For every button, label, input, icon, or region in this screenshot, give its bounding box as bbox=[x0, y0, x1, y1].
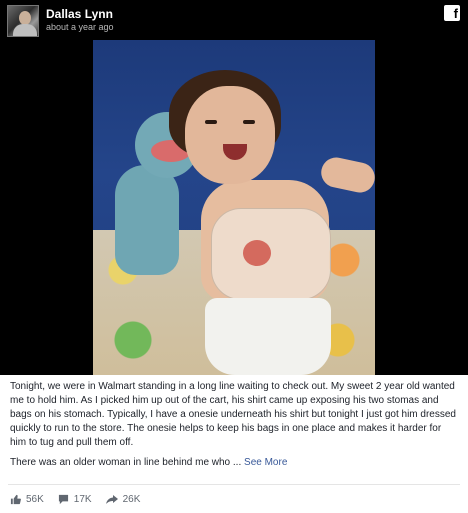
stuffed-monkey-body bbox=[115, 165, 179, 275]
caption-paragraph-1: Tonight, we were in Walmart standing in … bbox=[10, 381, 456, 448]
stoma bbox=[243, 240, 271, 266]
author-name[interactable]: Dallas Lynn bbox=[46, 7, 113, 21]
see-more-link[interactable]: See More bbox=[244, 457, 287, 468]
share-stat[interactable]: 26K bbox=[105, 493, 141, 505]
ostomy-bag bbox=[211, 208, 331, 300]
post-photo[interactable] bbox=[0, 40, 468, 375]
divider bbox=[8, 484, 460, 485]
comment-stat[interactable]: 17K bbox=[58, 494, 92, 505]
post-caption: Tonight, we were in Walmart standing in … bbox=[10, 380, 460, 476]
like-icon bbox=[10, 494, 21, 505]
comment-icon bbox=[58, 494, 69, 505]
author-avatar[interactable] bbox=[7, 5, 39, 37]
like-count: 56K bbox=[26, 493, 44, 505]
post-header: Dallas Lynn about a year ago f bbox=[0, 0, 468, 40]
child-face bbox=[185, 86, 275, 184]
caption-paragraph-2: There was an older woman in line behind … bbox=[10, 456, 460, 470]
avatar-face bbox=[19, 11, 31, 25]
comment-count: 17K bbox=[73, 493, 92, 505]
facebook-post-card: Dallas Lynn about a year ago f Tonight, … bbox=[0, 0, 468, 513]
avatar-body bbox=[13, 24, 37, 36]
facebook-icon: f bbox=[444, 5, 460, 21]
share-icon bbox=[105, 494, 118, 505]
child-eye-left bbox=[205, 120, 217, 124]
like-stat[interactable]: 56K bbox=[10, 494, 44, 505]
diaper bbox=[205, 298, 331, 375]
engagement-stats: 56K 17K 26K bbox=[10, 492, 140, 506]
child-arm bbox=[318, 154, 375, 196]
share-count: 26K bbox=[122, 493, 141, 505]
post-timestamp[interactable]: about a year ago bbox=[46, 22, 114, 32]
photo-content bbox=[93, 40, 375, 375]
child-eye-right bbox=[243, 120, 255, 124]
caption-paragraph-2-text: There was an older woman in line behind … bbox=[10, 457, 242, 468]
